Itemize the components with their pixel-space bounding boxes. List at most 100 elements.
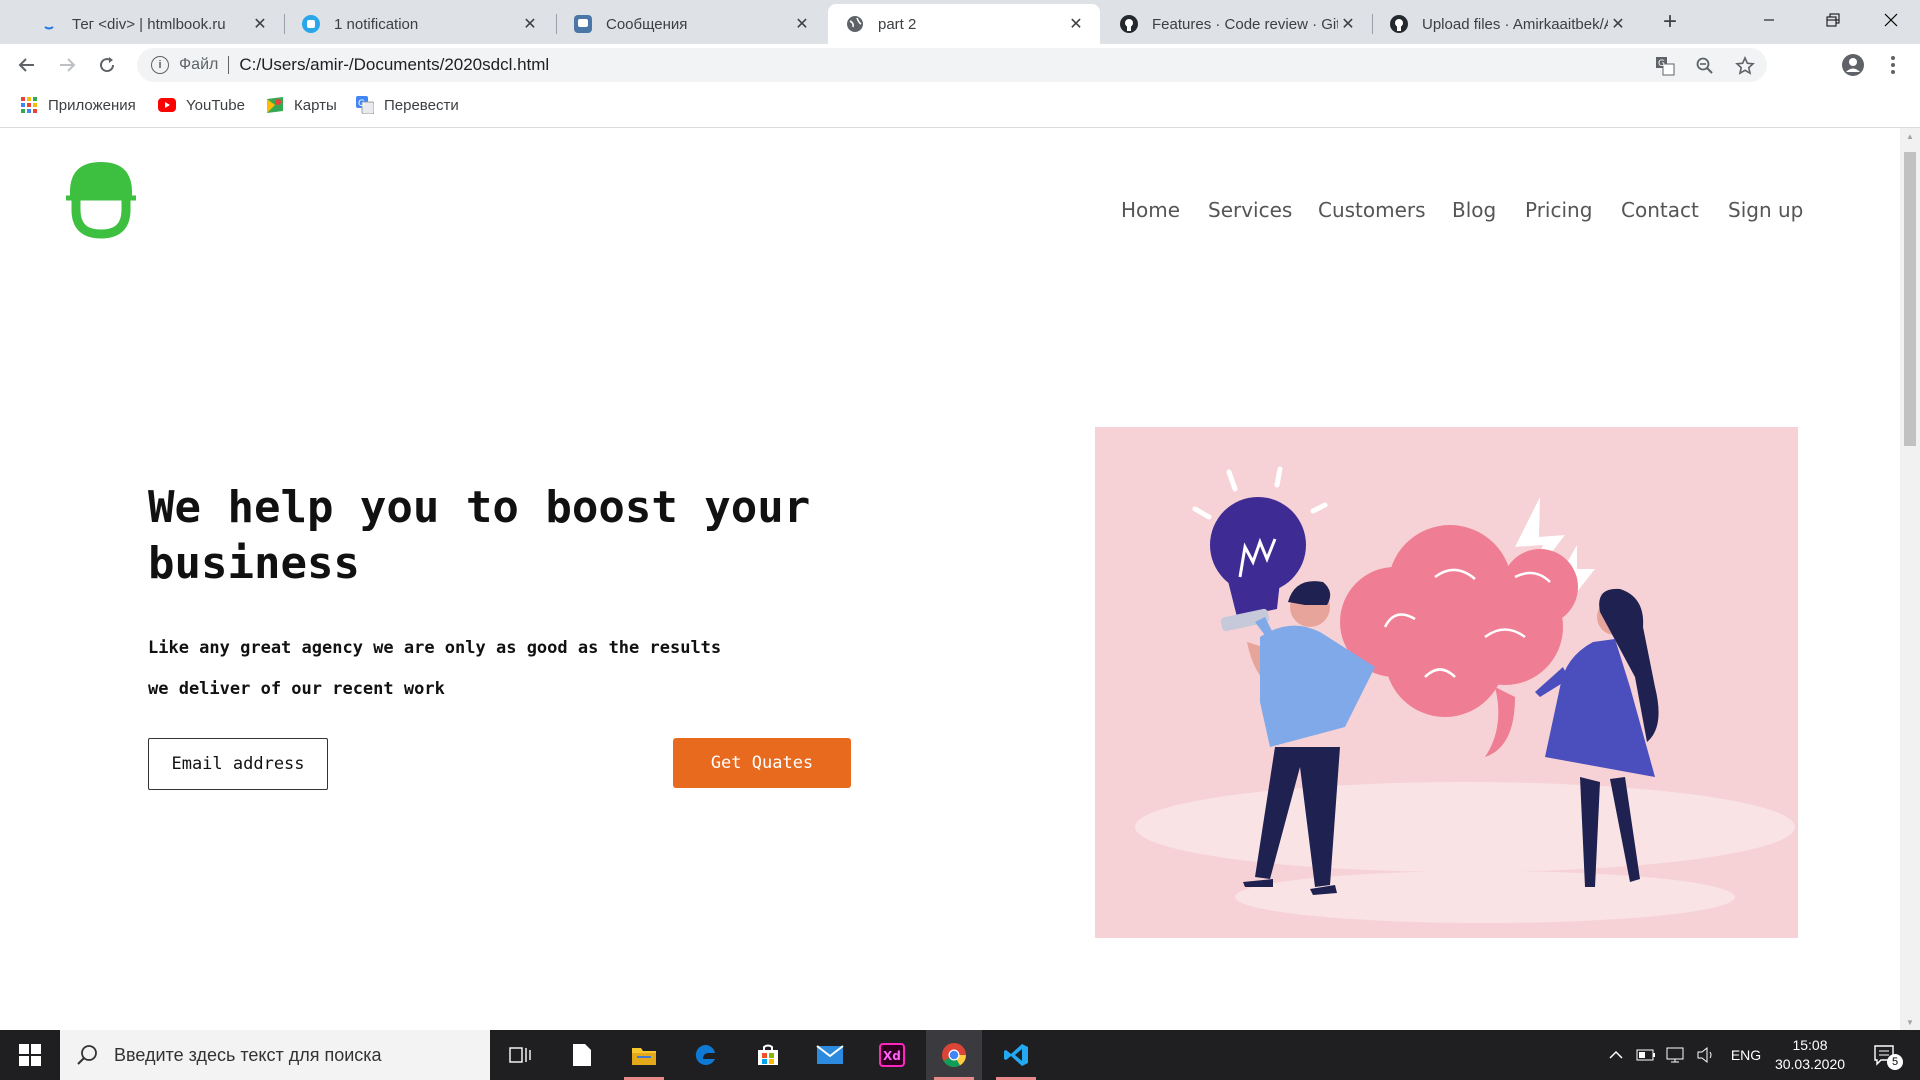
profile-avatar-icon[interactable] xyxy=(1840,52,1866,78)
translate-page-icon[interactable]: G xyxy=(1655,56,1675,76)
tab-messages[interactable]: Сообщения ✕ xyxy=(556,4,826,44)
forward-button[interactable] xyxy=(52,50,82,80)
reload-button[interactable] xyxy=(92,50,122,80)
svg-text:G: G xyxy=(358,99,365,109)
scroll-down-arrow-icon[interactable]: ▼ xyxy=(1900,1014,1920,1030)
taskbar-vscode[interactable] xyxy=(988,1030,1044,1080)
task-view-button[interactable] xyxy=(492,1030,548,1080)
close-window-button[interactable] xyxy=(1868,0,1914,40)
nav-customers[interactable]: Customers xyxy=(1318,198,1426,222)
task-view-icon xyxy=(509,1047,531,1063)
input-language[interactable]: ENG xyxy=(1724,1030,1768,1080)
taskbar-adobe-xd[interactable]: Xd xyxy=(864,1030,920,1080)
bookmark-star-icon[interactable] xyxy=(1735,56,1755,76)
clock-time: 15:08 xyxy=(1792,1037,1828,1053)
tab-strip: Тег <div> | htmlbook.ru ✕ 1 notification… xyxy=(0,0,1920,44)
bookmark-label: Приложения xyxy=(48,96,136,114)
restore-button[interactable] xyxy=(1810,0,1856,40)
close-icon[interactable]: ✕ xyxy=(250,14,270,34)
tab-notification[interactable]: 1 notification ✕ xyxy=(284,4,554,44)
bookmark-translate[interactable]: G Перевести xyxy=(356,96,459,114)
action-center-button[interactable]: 5 xyxy=(1862,1030,1908,1080)
nav-home[interactable]: Home xyxy=(1121,198,1180,222)
restore-icon xyxy=(1826,13,1840,27)
battery-icon[interactable] xyxy=(1632,1030,1660,1080)
bookmark-apps[interactable]: Приложения xyxy=(20,96,136,114)
windows-taskbar: Введите здесь текст для поиска Xd ENG 15… xyxy=(0,1030,1920,1080)
page-scrollbar[interactable]: ▲ ▼ xyxy=(1900,128,1920,1030)
htmlbook-icon xyxy=(40,15,58,33)
url-text[interactable]: C:/Users/amir-/Documents/2020sdcl.html xyxy=(239,55,549,75)
close-icon[interactable]: ✕ xyxy=(792,14,812,34)
zoom-icon[interactable] xyxy=(1695,56,1715,76)
menu-kebab-icon[interactable] xyxy=(1880,52,1906,78)
bookmarks-bar: Приложения YouTube Карты G Перевести xyxy=(0,86,1920,128)
taskbar-search[interactable]: Введите здесь текст для поиска xyxy=(60,1030,490,1080)
start-button[interactable] xyxy=(0,1030,60,1080)
hero-subtitle-line: we deliver of our recent work xyxy=(148,679,445,699)
bookmark-maps[interactable]: Карты xyxy=(266,96,337,114)
vk-messages-icon xyxy=(574,15,592,33)
helmet-face-icon xyxy=(66,162,136,239)
bookmark-label: YouTube xyxy=(186,96,245,114)
tab-title: Upload files · Amirkaaitbek/A xyxy=(1422,15,1608,33)
vscode-icon xyxy=(1004,1044,1028,1066)
site-logo[interactable] xyxy=(64,158,138,240)
tab-github-upload[interactable]: Upload files · Amirkaaitbek/A ✕ xyxy=(1372,4,1642,44)
taskbar-file-explorer[interactable] xyxy=(616,1030,672,1080)
taskbar-store[interactable] xyxy=(740,1030,796,1080)
brainstorm-illustration xyxy=(1135,466,1795,923)
new-tab-button[interactable]: + xyxy=(1656,8,1684,36)
scheme-label: Файл xyxy=(179,56,219,73)
tab-title: Сообщения xyxy=(606,15,688,33)
divider xyxy=(228,56,230,74)
get-quotes-button[interactable]: Get Quates xyxy=(673,738,851,788)
close-icon[interactable]: ✕ xyxy=(1608,14,1628,34)
close-icon[interactable]: ✕ xyxy=(1338,14,1358,34)
bookmark-label: Перевести xyxy=(384,96,459,114)
chrome-icon xyxy=(942,1043,966,1068)
windows-logo-icon xyxy=(19,1044,41,1066)
tab-part-2[interactable]: part 2 ✕ xyxy=(828,4,1100,44)
github-icon xyxy=(1390,15,1408,33)
address-bar[interactable]: i Файл C:/Users/amir-/Documents/2020sdcl… xyxy=(137,48,1767,82)
bookmark-youtube[interactable]: YouTube xyxy=(158,96,245,114)
tab-title: Features · Code review · GitHub xyxy=(1152,15,1338,33)
search-placeholder: Введите здесь текст для поиска xyxy=(114,1044,382,1065)
nav-contact[interactable]: Contact xyxy=(1621,198,1699,222)
close-icon[interactable]: ✕ xyxy=(1066,14,1086,34)
tab-title: 1 notification xyxy=(334,15,419,33)
info-icon[interactable]: i xyxy=(151,56,169,74)
translate-icon: G xyxy=(356,96,374,114)
taskbar-notepad[interactable] xyxy=(554,1030,610,1080)
volume-icon[interactable] xyxy=(1692,1030,1720,1080)
network-icon[interactable] xyxy=(1662,1030,1690,1080)
store-icon xyxy=(758,1044,778,1065)
nav-services[interactable]: Services xyxy=(1208,198,1292,222)
tray-overflow-chevron-icon[interactable] xyxy=(1604,1030,1628,1080)
taskbar-mail[interactable] xyxy=(802,1030,858,1080)
globe-icon xyxy=(846,15,864,33)
nav-blog[interactable]: Blog xyxy=(1452,198,1496,222)
adobe-xd-icon: Xd xyxy=(879,1043,905,1067)
folder-icon xyxy=(632,1048,656,1065)
close-icon xyxy=(1884,13,1898,27)
svg-text:Xd: Xd xyxy=(883,1049,901,1063)
page-viewport: Home Services Customers Blog Pricing Con… xyxy=(0,128,1900,1030)
email-address-button[interactable]: Email address xyxy=(148,738,328,790)
minimize-button[interactable] xyxy=(1746,0,1792,40)
mail-icon xyxy=(816,1045,844,1064)
system-clock[interactable]: 15:08 30.03.2020 xyxy=(1770,1036,1850,1074)
tab-github-features[interactable]: Features · Code review · GitHub ✕ xyxy=(1102,4,1372,44)
taskbar-chrome[interactable] xyxy=(926,1030,982,1080)
back-button[interactable] xyxy=(12,50,42,80)
close-icon[interactable]: ✕ xyxy=(520,14,540,34)
tab-htmlbook[interactable]: Тег <div> | htmlbook.ru ✕ xyxy=(22,4,284,44)
back-arrow-icon xyxy=(18,58,34,72)
scrollbar-thumb[interactable] xyxy=(1904,152,1916,446)
taskbar-edge[interactable] xyxy=(678,1030,734,1080)
scroll-up-arrow-icon[interactable]: ▲ xyxy=(1900,128,1920,144)
nav-signup[interactable]: Sign up xyxy=(1728,198,1803,222)
nav-pricing[interactable]: Pricing xyxy=(1525,198,1592,222)
apps-grid-icon xyxy=(20,96,38,114)
